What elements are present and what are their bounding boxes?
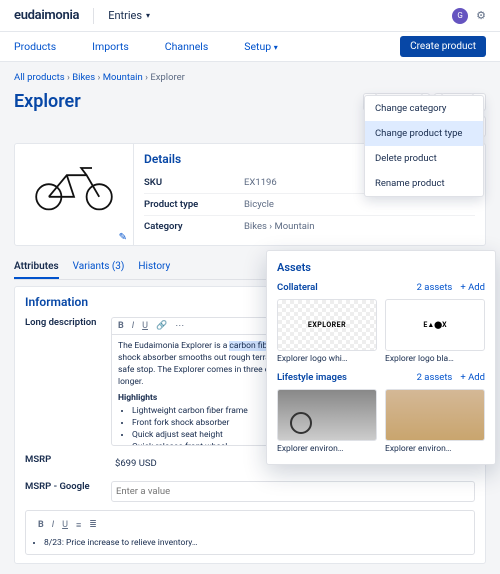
list-ol-icon[interactable]: ≣ <box>89 520 97 531</box>
collateral-count[interactable]: 2 assets <box>417 282 453 293</box>
asset-thumb: E▲⬤X <box>385 299 485 351</box>
underline-icon[interactable]: U <box>142 321 148 331</box>
crumb-all[interactable]: All products <box>14 72 65 83</box>
page-title: Explorer <box>14 91 81 112</box>
nav-imports[interactable]: Imports <box>92 40 129 53</box>
changelog-editor[interactable]: B I U ≡ ≣ 8/23: Price increase to reliev… <box>25 510 475 555</box>
asset-card[interactable]: Explorer logo whi… <box>277 299 377 364</box>
brand-logo[interactable]: eudaimonia <box>14 8 79 23</box>
asset-card[interactable]: E▲⬤X Explorer logo bla… <box>385 299 485 364</box>
asset-card[interactable]: Explorer environ… <box>385 389 485 454</box>
menu-rename[interactable]: Rename product <box>365 171 483 196</box>
italic-icon[interactable]: I <box>52 520 54 531</box>
navbar: Products Imports Channels Setup ▾ Create… <box>0 32 500 62</box>
collateral-title: Collateral <box>277 282 318 293</box>
entries-label: Entries <box>108 9 142 22</box>
menu-change-category[interactable]: Change category <box>365 96 483 121</box>
create-product-button[interactable]: Create product <box>400 36 486 57</box>
assets-title: Assets <box>277 261 485 274</box>
asset-thumb <box>277 299 377 351</box>
asset-card[interactable]: Explorer environ… <box>277 389 377 454</box>
category-value: Bikes › Mountain <box>244 221 315 232</box>
underline-icon[interactable]: U <box>62 520 68 531</box>
list-icon[interactable]: ≡ <box>76 520 81 531</box>
menu-change-type[interactable]: Change product type <box>365 121 483 146</box>
lifestyle-add-button[interactable]: + Add <box>460 372 485 383</box>
bold-icon[interactable]: B <box>118 321 124 331</box>
lifestyle-count[interactable]: 2 assets <box>417 372 453 383</box>
crumb-mountain[interactable]: Mountain <box>103 72 143 83</box>
italic-icon[interactable]: I <box>132 321 134 331</box>
asset-name: Explorer logo bla… <box>385 354 485 364</box>
msrp-google-label: MSRP - Google <box>25 481 111 502</box>
lifestyle-title: Lifestyle images <box>277 372 347 383</box>
asset-name: Explorer logo whi… <box>277 354 377 364</box>
asset-thumb <box>385 389 485 441</box>
avatar[interactable]: G <box>452 8 468 24</box>
nav-setup[interactable]: Setup ▾ <box>244 40 278 53</box>
bold-icon[interactable]: B <box>38 520 44 531</box>
divider <box>93 8 94 24</box>
more-icon[interactable]: ⋯ <box>175 321 184 331</box>
msrp-google-input[interactable] <box>111 481 475 502</box>
tab-variants[interactable]: Variants (3) <box>73 256 125 279</box>
nav-channels[interactable]: Channels <box>165 40 208 53</box>
link-icon[interactable]: 🔗 <box>156 321 167 331</box>
gear-icon[interactable]: ⚙ <box>476 9 486 22</box>
asset-name: Explorer environ… <box>277 444 377 454</box>
crumb-bikes[interactable]: Bikes <box>72 72 95 83</box>
assets-panel: Assets Collateral 2 assets + Add Explore… <box>266 250 496 465</box>
sku-value: EX1196 <box>244 177 277 188</box>
crumb-current: Explorer <box>150 72 185 83</box>
entries-dropdown[interactable]: Entries ▾ <box>108 9 150 22</box>
menu-delete[interactable]: Delete product <box>365 146 483 171</box>
breadcrumb: All products › Bikes › Mountain › Explor… <box>14 72 486 83</box>
product-image <box>25 154 123 218</box>
nav-products[interactable]: Products <box>14 40 56 53</box>
edit-image-icon[interactable]: ✎ <box>119 232 127 243</box>
sku-label: SKU <box>144 177 244 188</box>
msrp-label: MSRP <box>25 454 111 473</box>
chevron-down-icon: ▾ <box>274 43 278 52</box>
chevron-down-icon: ▾ <box>146 11 150 20</box>
topbar: eudaimonia Entries ▾ G ⚙ <box>0 0 500 32</box>
type-label: Product type <box>144 199 244 210</box>
long-desc-label: Long description <box>25 317 111 446</box>
asset-thumb <box>277 389 377 441</box>
actions-menu: Change category Change product type Dele… <box>364 95 484 197</box>
tab-history[interactable]: History <box>138 256 170 279</box>
asset-name: Explorer environ… <box>385 444 485 454</box>
type-value: Bicycle <box>244 199 274 210</box>
bike-icon <box>29 159 119 213</box>
collateral-add-button[interactable]: + Add <box>460 282 485 293</box>
category-label: Category <box>144 221 244 232</box>
tab-attributes[interactable]: Attributes <box>14 256 59 279</box>
